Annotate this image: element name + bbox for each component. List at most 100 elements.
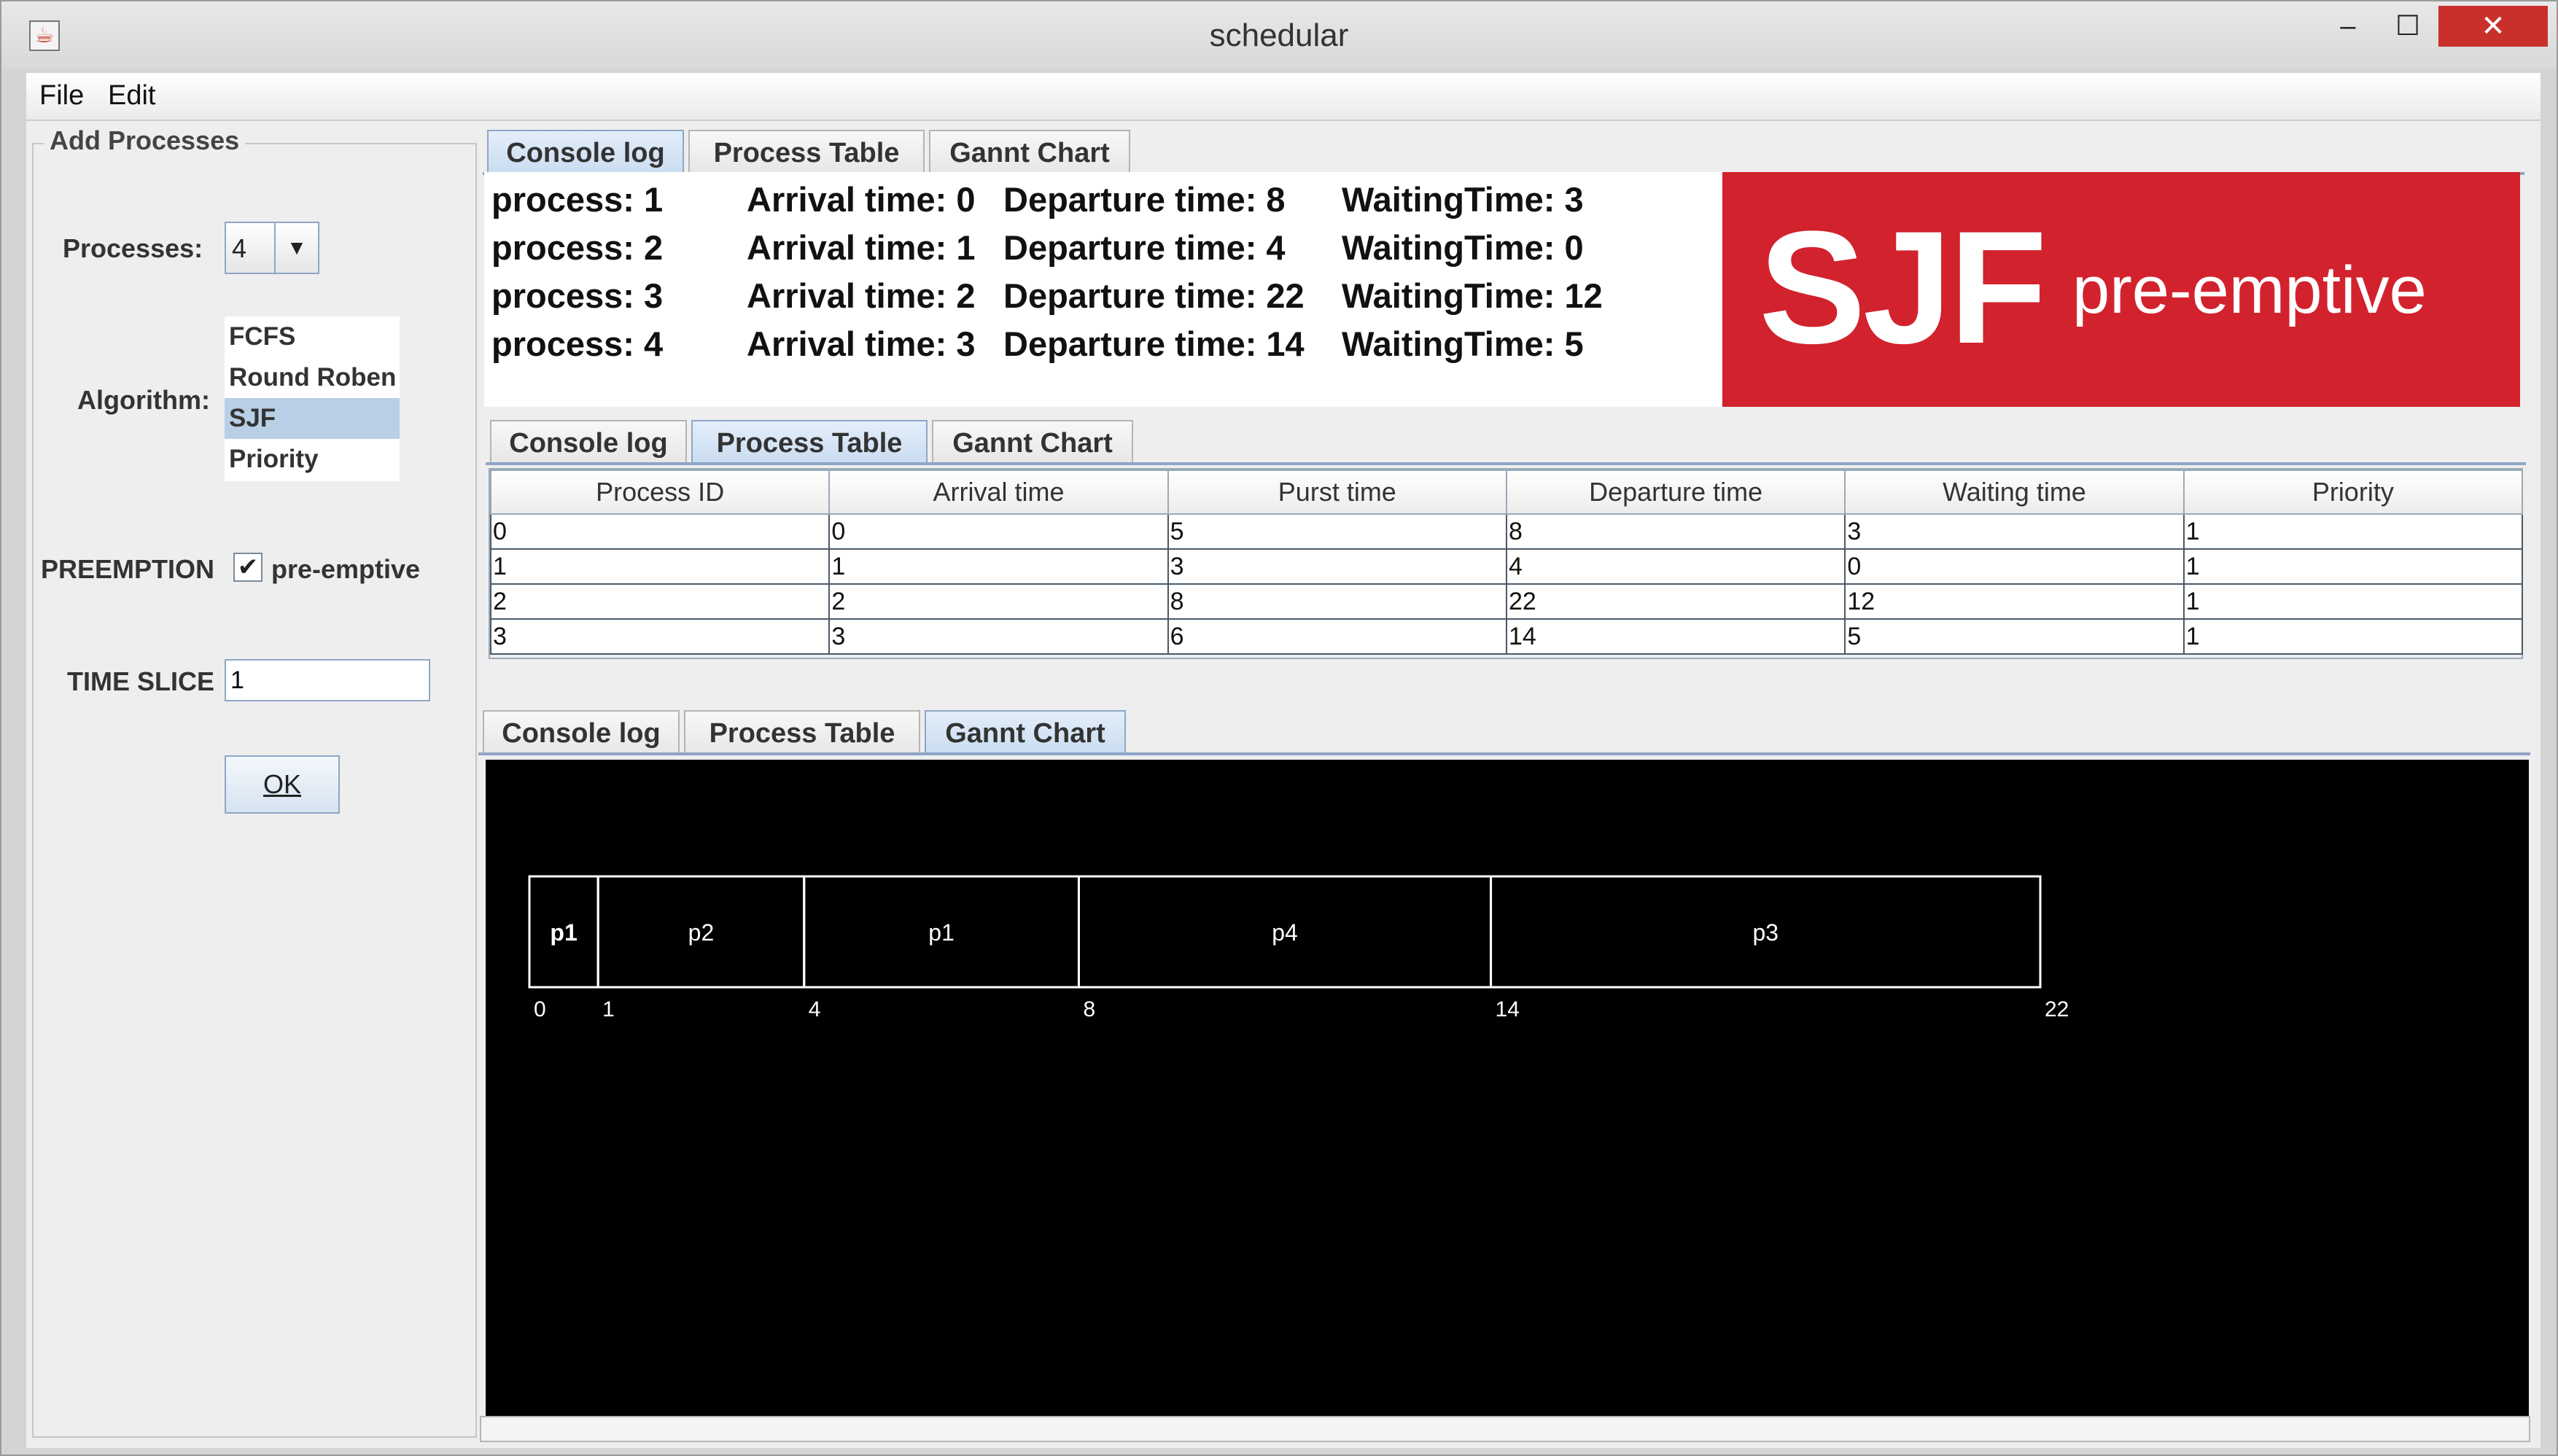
table-cell[interactable]: 12 <box>1844 583 2185 620</box>
process-table: Process ID Arrival time Purst time Departur… <box>489 470 2524 655</box>
gantt-tick-label: 8 <box>1083 997 1095 1021</box>
process-table-panel: Process ID Arrival time Purst time Departur… <box>489 468 2524 659</box>
table-cell[interactable]: 3 <box>489 618 831 655</box>
gantt-chart-svg: p1 p2 p1 p4 p30 1 4 8 14 22 <box>528 875 2069 1021</box>
console-process-text: process: 2 <box>491 228 664 267</box>
table-cell[interactable]: 2 <box>828 583 1169 620</box>
preemptive-checkbox-label[interactable]: pre-emptive <box>271 554 420 585</box>
table-cell[interactable]: 0 <box>828 513 1169 550</box>
table-cell[interactable]: 1 <box>828 548 1169 585</box>
processes-combo[interactable]: 4 ▼ <box>225 222 319 274</box>
algorithm-item-round-robin[interactable]: Round Roben <box>225 357 400 398</box>
console-waiting-text: WaitingTime: 3 <box>1342 180 1584 219</box>
gantt-chart-canvas: p1 p2 p1 p4 p3 0 1 4 8 14 22 <box>486 760 2529 1416</box>
table-cell[interactable]: 0 <box>1844 548 2185 585</box>
tab-gannt-chart[interactable]: Gannt Chart <box>932 420 1133 465</box>
table-cell[interactable]: 1 <box>2182 513 2524 550</box>
tab-process-table[interactable]: Process Table <box>688 130 925 175</box>
table-cell[interactable]: 1 <box>2182 618 2524 655</box>
table-cell[interactable]: 0 <box>489 513 831 550</box>
title-bar[interactable]: ☕ schedular – ☐ ✕ <box>1 1 2557 69</box>
tab-console-log[interactable]: Console log <box>490 420 687 465</box>
maximize-button[interactable]: ☐ <box>2379 6 2437 47</box>
table-cell[interactable]: 22 <box>1505 583 1846 620</box>
algorithm-item-sjf[interactable]: SJF <box>225 398 400 439</box>
tab-gannt-chart[interactable]: Gannt Chart <box>925 710 1126 755</box>
table-cell[interactable]: 1 <box>489 548 831 585</box>
table-header-cell[interactable]: Priority <box>2182 470 2524 515</box>
tab-process-table[interactable]: Process Table <box>684 710 920 755</box>
gantt-tick-label: 1 <box>602 997 615 1021</box>
table-cell[interactable]: 5 <box>1167 513 1507 550</box>
table-cell[interactable]: 4 <box>1505 548 1846 585</box>
table-header-cell[interactable]: Purst time <box>1167 470 1507 515</box>
table-row[interactable]: 005831 <box>489 513 2524 550</box>
window-title: schedular <box>1209 17 1349 53</box>
table-cell[interactable]: 8 <box>1167 583 1507 620</box>
console-departure-text: Departure time: 4 <box>1003 228 1286 267</box>
panel-title: Add Processes <box>44 125 246 156</box>
gantt-segment-label: p4 <box>1272 919 1298 946</box>
gantt-scroll-strip <box>480 1416 2530 1442</box>
console-departure-text: Departure time: 14 <box>1003 324 1305 363</box>
table-cell[interactable]: 1 <box>2182 548 2524 585</box>
table-header-cell[interactable]: Process ID <box>489 470 831 515</box>
gantt-tick-label: 22 <box>2045 997 2069 1021</box>
tab-process-table[interactable]: Process Table <box>691 420 928 465</box>
console-departure-text: Departure time: 8 <box>1003 180 1286 219</box>
tab-gannt-chart[interactable]: Gannt Chart <box>929 130 1130 175</box>
console-waiting-text: WaitingTime: 0 <box>1342 228 1584 267</box>
processes-combo-value: 4 <box>232 233 247 263</box>
console-waiting-text: WaitingTime: 12 <box>1342 276 1603 315</box>
menu-file[interactable]: File <box>39 80 84 112</box>
preemptive-checkbox[interactable]: ✔ <box>233 553 263 582</box>
console-log-panel: process: 1 Arrival time: 0 Departure time:… <box>484 172 1803 407</box>
table-cell[interactable]: 8 <box>1505 513 1846 550</box>
console-arrival-text: Arrival time: 2 <box>747 276 976 315</box>
table-cell[interactable]: 3 <box>1167 548 1507 585</box>
sjf-banner: SJF pre-emptive <box>1722 172 2520 407</box>
minimize-button[interactable]: – <box>2319 6 2377 47</box>
tab-console-log[interactable]: Console log <box>487 130 684 175</box>
tab-strip-border <box>478 752 2530 755</box>
algorithm-item-fcfs[interactable]: FCFS <box>225 316 400 357</box>
table-cell[interactable]: 14 <box>1505 618 1846 655</box>
table-cell[interactable]: 5 <box>1844 618 2185 655</box>
gantt-tick-label: 0 <box>534 997 546 1021</box>
menu-bar: File Edit <box>26 73 2540 120</box>
console-arrival-text: Arrival time: 3 <box>747 324 976 363</box>
console-arrival-text: Arrival time: 1 <box>747 228 976 267</box>
console-departure-text: Departure time: 22 <box>1003 276 1305 315</box>
console-waiting-text: WaitingTime: 5 <box>1342 324 1584 363</box>
table-row[interactable]: 2 2 8 22 12 1 <box>489 583 2524 620</box>
algorithm-list[interactable]: FCFS Round Roben SJF Priority <box>225 316 400 481</box>
table-cell[interactable]: 2 <box>489 583 831 620</box>
gantt-segment-label: p1 <box>550 919 577 946</box>
preemption-label: PREEMPTION <box>41 554 215 584</box>
gantt-tick-label: 4 <box>809 997 821 1021</box>
close-button[interactable]: ✕ <box>2438 6 2548 47</box>
table-header-cell[interactable]: Waiting time <box>1844 470 2185 515</box>
menu-edit[interactable]: Edit <box>108 80 155 112</box>
gantt-segment-label: p2 <box>688 919 715 946</box>
table-cell[interactable]: 3 <box>828 618 1169 655</box>
table-header-cell[interactable]: Arrival time <box>828 470 1169 515</box>
ok-button[interactable]: OK <box>225 755 340 814</box>
add-processes-panel: Add Processes Processes: 4 ▼ Algorithm: … <box>32 125 477 1438</box>
time-slice-input[interactable] <box>225 659 430 701</box>
app-window: ☕ schedular – ☐ ✕ File Edit Add Processe… <box>0 0 2558 1456</box>
processes-label: Processes: <box>63 233 203 263</box>
table-cell[interactable]: 1 <box>2182 583 2524 620</box>
gantt-segment-label: p1 <box>928 919 955 946</box>
table-cell[interactable]: 6 <box>1167 618 1507 655</box>
table-row[interactable]: 113401 <box>489 548 2524 585</box>
gantt-tick-label: 14 <box>1496 997 1520 1021</box>
tab-console-log[interactable]: Console log <box>483 710 680 755</box>
chevron-down-icon[interactable]: ▼ <box>274 223 318 273</box>
algorithm-item-priority[interactable]: Priority <box>225 439 400 480</box>
time-slice-label: TIME SLICE <box>67 666 215 696</box>
banner-title: SJF <box>1759 198 2047 377</box>
table-row[interactable]: 3 3 6 14 5 1 <box>489 618 2524 655</box>
table-cell[interactable]: 3 <box>1844 513 2185 550</box>
table-header-cell[interactable]: Departure time <box>1505 470 1846 515</box>
